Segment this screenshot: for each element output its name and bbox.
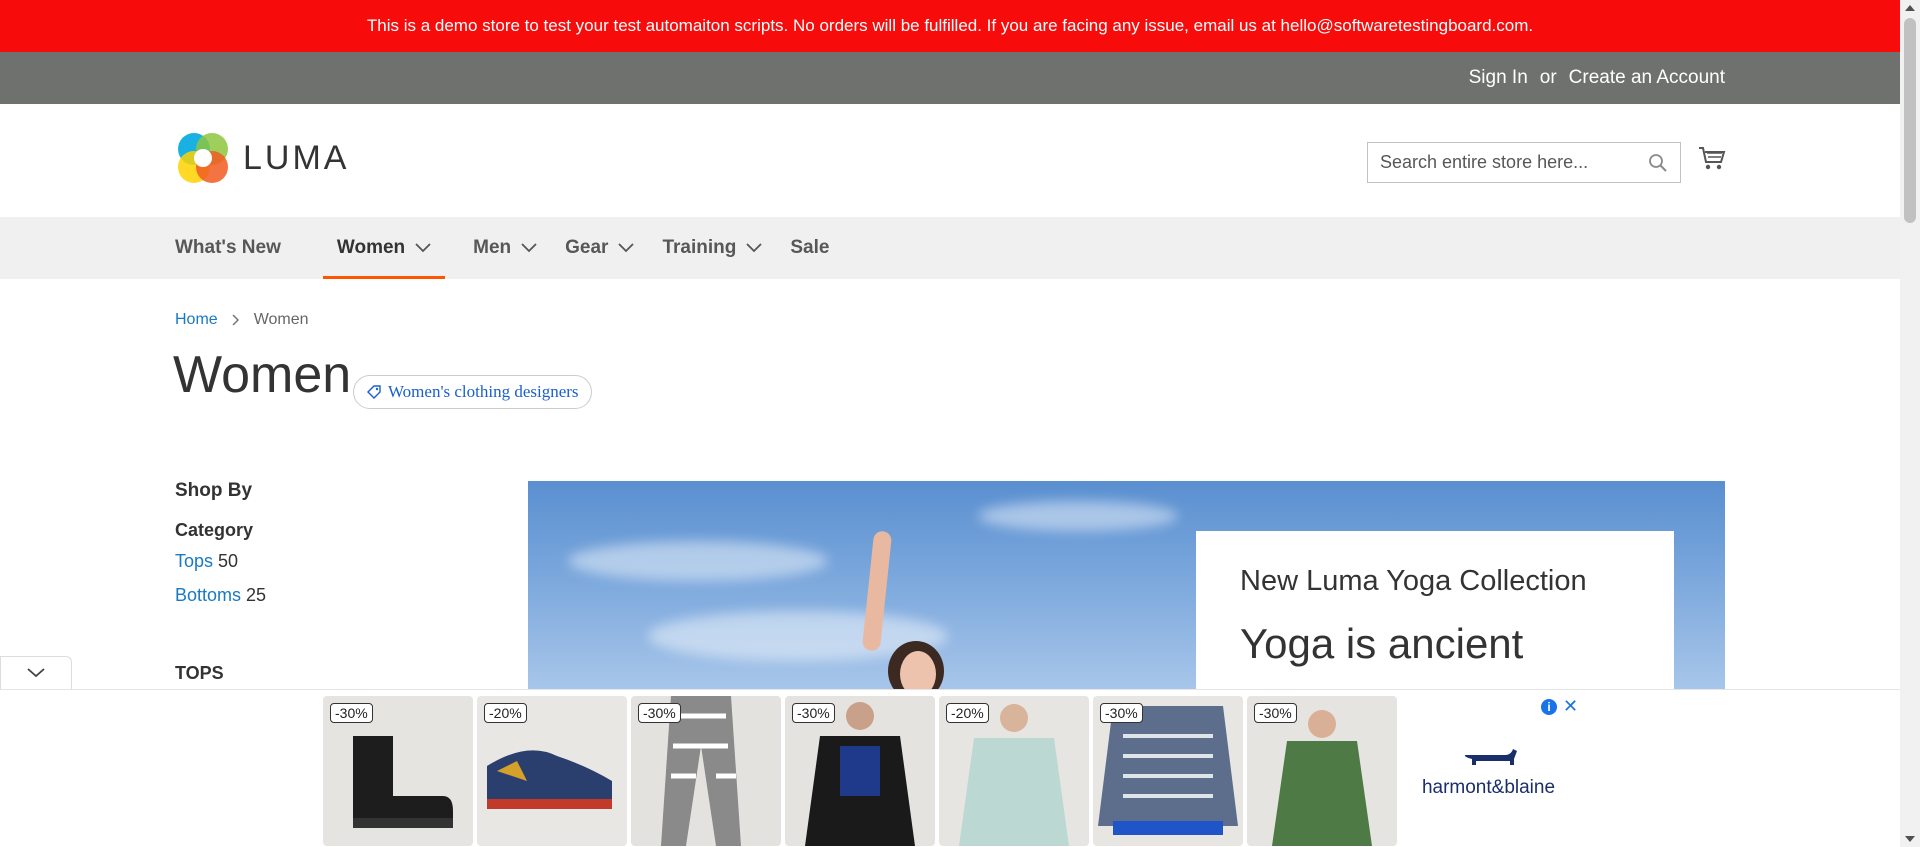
create-account-link[interactable]: Create an Account — [1569, 67, 1725, 89]
category-item-bottoms: Bottoms 25 — [175, 585, 475, 606]
demo-notice-banner: This is a demo store to test your test a… — [0, 0, 1900, 52]
or-separator: or — [1539, 67, 1557, 88]
breadcrumb-home-link[interactable]: Home — [175, 311, 218, 329]
search-box — [1367, 142, 1681, 183]
nav-item-label: Men — [473, 237, 512, 258]
nav-item-label: Training — [662, 237, 737, 258]
nav-item-women[interactable]: Women — [322, 217, 446, 279]
ad-product-card[interactable]: -30% — [631, 696, 781, 846]
ad-product-card[interactable]: -30% — [785, 696, 935, 846]
ad-close-icon[interactable]: ✕ — [1563, 696, 1578, 717]
discount-badge: -30% — [1100, 703, 1143, 723]
designer-tag-label: Women's clothing designers — [388, 382, 579, 401]
nav-item-men[interactable]: Men — [473, 217, 537, 279]
discount-badge: -30% — [1254, 703, 1297, 723]
ad-product-strip: -30% -20% -30% -30% -20% -30% -30% harmo… — [323, 696, 1579, 846]
nav-item-whats-new[interactable]: What's New — [175, 217, 281, 279]
discount-badge: -30% — [792, 703, 835, 723]
ad-controls: i ✕ — [1541, 696, 1578, 717]
ad-collapse-toggle[interactable] — [0, 656, 72, 689]
scroll-up-arrow[interactable] — [1905, 5, 1915, 11]
sidebar-filters: Shop By Category Tops 50 Bottoms 25 TOPS — [175, 480, 475, 683]
ad-product-card[interactable]: -20% — [477, 696, 627, 846]
shopping-cart-icon[interactable] — [1697, 144, 1727, 174]
category-count: 25 — [246, 585, 267, 605]
discount-badge: -30% — [330, 703, 373, 723]
category-link-tops[interactable]: Tops — [175, 551, 213, 571]
category-heading: Category — [175, 520, 254, 540]
chevron-down-icon — [27, 668, 45, 678]
ad-product-card[interactable]: -20% — [939, 696, 1089, 846]
ad-banner: -30% -20% -30% -30% -20% -30% -30% harmo… — [0, 689, 1900, 847]
category-count: 50 — [218, 551, 239, 571]
cloud-shape — [568, 541, 828, 581]
ad-info-icon[interactable]: i — [1541, 698, 1557, 715]
page-scrollbar[interactable] — [1900, 0, 1920, 847]
chevron-down-icon — [521, 243, 537, 253]
chevron-right-icon — [232, 314, 239, 326]
discount-badge: -20% — [484, 703, 527, 723]
luma-logo[interactable]: LUMA — [175, 130, 349, 186]
nav-item-gear[interactable]: Gear — [565, 217, 635, 279]
search-input[interactable] — [1380, 152, 1648, 173]
scroll-down-arrow[interactable] — [1905, 836, 1915, 842]
nav-item-label: Gear — [565, 237, 609, 258]
hero-banner[interactable]: New Luma Yoga Collection Yoga is ancient — [528, 481, 1725, 691]
hero-promo-card: New Luma Yoga Collection Yoga is ancient — [1196, 531, 1674, 691]
nav-item-label: Sale — [790, 237, 830, 258]
chevron-down-icon — [415, 243, 431, 253]
dachshund-logo-icon — [1464, 749, 1517, 765]
chevron-down-icon — [746, 243, 762, 253]
luma-logo-icon — [178, 133, 228, 183]
category-link-bottoms[interactable]: Bottoms — [175, 585, 241, 605]
shop-by-heading: Shop By — [175, 480, 253, 501]
account-links: Sign In or Create an Account — [1469, 52, 1725, 104]
breadcrumb: Home Women — [175, 311, 309, 329]
demo-notice-text: This is a demo store to test your test a… — [366, 16, 1534, 35]
logo-wordmark: LUMA — [243, 138, 350, 177]
category-item-tops: Tops 50 — [175, 551, 475, 572]
page-title: Women — [173, 346, 352, 404]
chevron-down-icon — [618, 243, 635, 253]
nav-item-label: Women — [336, 237, 406, 258]
tops-section-heading: TOPS — [175, 663, 224, 683]
ad-product-card[interactable]: -30% — [1093, 696, 1243, 846]
ad-brand-name: harmont&blaine — [1421, 777, 1556, 798]
breadcrumb-current: Women — [253, 311, 309, 328]
ad-product-card[interactable]: -30% — [323, 696, 473, 846]
cloud-shape — [978, 501, 1178, 531]
search-icon[interactable] — [1648, 153, 1668, 173]
hero-subheading: Yoga is ancient — [1240, 620, 1524, 667]
main-navigation: What's New Women Men Gear Training Sale — [0, 217, 1900, 279]
main-header: LUMA — [0, 104, 1900, 217]
ad-brand-logo[interactable]: harmont&blaine — [1401, 696, 1576, 846]
discount-badge: -20% — [946, 703, 989, 723]
hero-heading: New Luma Yoga Collection — [1240, 565, 1587, 597]
discount-badge: -30% — [638, 703, 681, 723]
ad-product-card[interactable]: -30% — [1247, 696, 1397, 846]
tag-icon — [367, 385, 381, 399]
nav-item-label: What's New — [175, 237, 281, 258]
yoga-figure-face — [900, 651, 936, 691]
top-panel-header: Sign In or Create an Account — [0, 52, 1900, 104]
sign-in-link[interactable]: Sign In — [1469, 67, 1528, 89]
nav-item-training[interactable]: Training — [662, 217, 762, 279]
nav-item-sale[interactable]: Sale — [790, 217, 829, 279]
scroll-thumb[interactable] — [1904, 18, 1916, 223]
designer-tag-chip[interactable]: Women's clothing designers — [353, 375, 592, 409]
